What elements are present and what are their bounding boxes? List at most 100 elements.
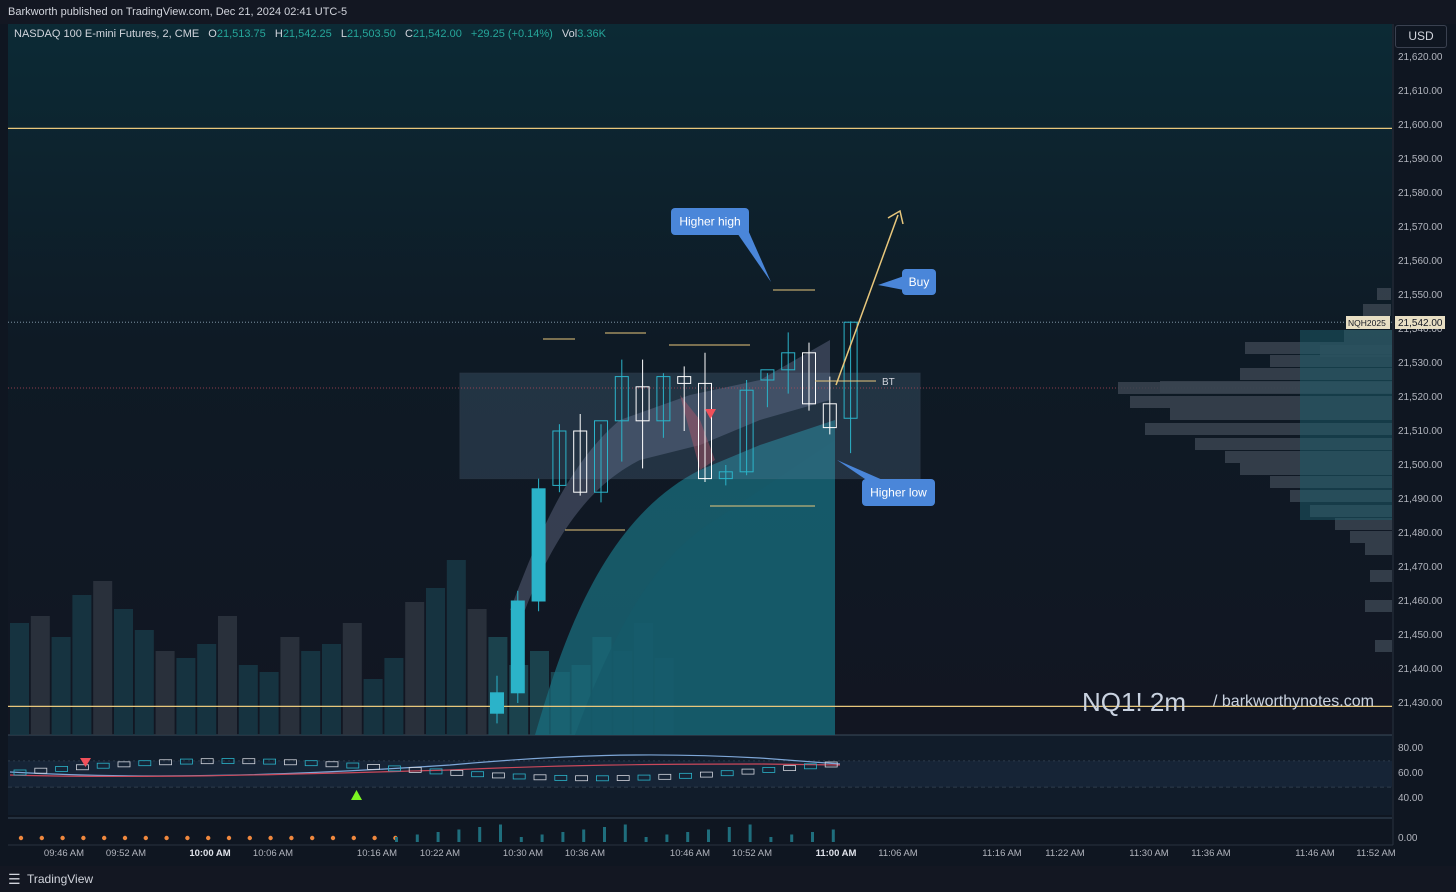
vol-dot [226, 835, 232, 841]
vol-dot [268, 835, 273, 841]
candle-body [614, 376, 629, 422]
candle-body [718, 471, 733, 480]
volume-profile-bar [1375, 640, 1392, 652]
time-tick-label: 10:46 AM [670, 848, 710, 859]
price-tick-label: 21,610.00 [1398, 86, 1443, 97]
time-tick-label: 11:30 AM [1129, 848, 1169, 859]
close-value: 21,542.00 [412, 28, 462, 40]
vol-dot [18, 835, 24, 841]
price-tick-label: 21,440.00 [1398, 664, 1443, 675]
volume-bar [72, 595, 92, 735]
price-tick-label: 21,620.00 [1398, 52, 1443, 63]
vol-dot [247, 835, 252, 841]
vol-tick-label: 0.00 [1398, 833, 1418, 844]
vol-histogram-bar [395, 837, 398, 842]
candle-body [843, 321, 858, 419]
low-value: 21,503.50 [346, 28, 396, 40]
high-label: H [274, 28, 283, 40]
time-tick-label: 11:36 AM [1191, 848, 1231, 859]
time-tick-label: 11:22 AM [1045, 848, 1085, 859]
buy-callout-text: Buy [909, 275, 930, 289]
symbol-name[interactable]: NASDAQ 100 E-mini Futures, 2, CME [14, 28, 199, 40]
price-tick-label: 21,570.00 [1398, 222, 1443, 233]
volume-profile-bar [1363, 304, 1391, 316]
vol-histogram-bar [769, 837, 773, 842]
vol-histogram-bar [790, 834, 794, 842]
vol-dot [122, 835, 128, 841]
time-tick-label: 10:30 AM [503, 848, 543, 859]
higher-high-callout-text: Higher high [679, 215, 740, 229]
candle-body [781, 352, 796, 371]
vol-label: Vol [561, 28, 578, 40]
time-tick-label: 10:06 AM [253, 848, 293, 859]
volume-bar [467, 609, 487, 735]
time-tick-label: 11:46 AM [1295, 848, 1335, 859]
vol-dot [289, 835, 294, 841]
volume-bar [405, 602, 425, 735]
price-tick-label: 21,550.00 [1398, 290, 1443, 301]
volume-bar [30, 616, 50, 735]
vol-dot [310, 835, 315, 841]
volume-bar [384, 658, 404, 735]
price-tick-label: 21,510.00 [1398, 426, 1443, 437]
ohlc-legend: NASDAQ 100 E-mini Futures, 2, CME O21,51… [14, 28, 606, 40]
volume-bar [301, 651, 321, 735]
vol-dot [330, 835, 336, 841]
chart-canvas[interactable]: BT Higher high Buy Higher low 21,620.00 21,61… [0, 0, 1456, 866]
time-tick-label: 09:52 AM [106, 848, 146, 859]
price-tag-text: 21,542.00 [1398, 318, 1443, 329]
volume-pane-bg [8, 818, 1392, 845]
vol-histogram-bar [540, 834, 544, 842]
time-tick-label: 10:00 AM [189, 848, 230, 859]
candle-body [552, 430, 567, 486]
bt-label: BT [882, 377, 895, 388]
price-tick-label: 21,430.00 [1398, 698, 1443, 709]
vol-histogram-bar [831, 829, 835, 842]
vol-histogram-bar [748, 824, 752, 842]
price-tick-label: 21,590.00 [1398, 154, 1443, 165]
high-value: 21,542.25 [282, 28, 332, 40]
vol-dot [81, 835, 86, 841]
volume-bar [280, 637, 300, 735]
vol-histogram-bar [603, 827, 606, 842]
vol-histogram-bar [499, 824, 502, 842]
vol-dot [39, 835, 44, 841]
currency-button[interactable]: USD [1395, 25, 1447, 48]
vol-dot [185, 835, 190, 841]
price-tick-label: 21,530.00 [1398, 358, 1443, 369]
vol-dot [351, 835, 356, 841]
volume-profile-bar [1350, 531, 1392, 543]
vol-dot [164, 835, 169, 841]
volume-bar [134, 630, 154, 735]
change-value: +29.25 (+0.14%) [470, 28, 553, 40]
volume-bar [176, 658, 196, 735]
volume-profile-bar [1365, 600, 1392, 612]
footer-brand[interactable]: TradingView [27, 866, 93, 892]
price-tick-label: 21,580.00 [1398, 188, 1443, 199]
price-tick-label: 21,560.00 [1398, 256, 1443, 267]
watermark-title: NQ1! 2m [1082, 687, 1187, 717]
vol-histogram-bar [457, 829, 461, 842]
vol-histogram-bar [686, 832, 690, 842]
candle-body [490, 692, 504, 714]
vol-value: 3.36K [577, 28, 606, 40]
vol-dot [372, 835, 377, 841]
open-label: O [208, 28, 217, 40]
volume-bar [218, 616, 237, 735]
vol-histogram-bar [478, 827, 482, 842]
footer-bar: ☰ TradingView [0, 866, 1456, 892]
time-tick-label: 10:16 AM [357, 848, 397, 859]
osc-tick-label: 80.00 [1398, 743, 1423, 754]
vol-histogram-bar [561, 832, 565, 842]
price-tick-label: 21,450.00 [1398, 630, 1443, 641]
tradingview-logo-icon[interactable]: ☰ [8, 866, 21, 892]
candle-body [739, 389, 754, 473]
volume-bar [238, 665, 258, 735]
vol-dot [143, 835, 148, 841]
value-area-highlight [1300, 330, 1392, 520]
volume-profile-bar [1370, 570, 1392, 582]
time-tick-label: 10:36 AM [565, 848, 605, 859]
candle-body [531, 488, 546, 602]
price-tick-label: 21,490.00 [1398, 494, 1443, 505]
volume-bar [155, 651, 175, 735]
